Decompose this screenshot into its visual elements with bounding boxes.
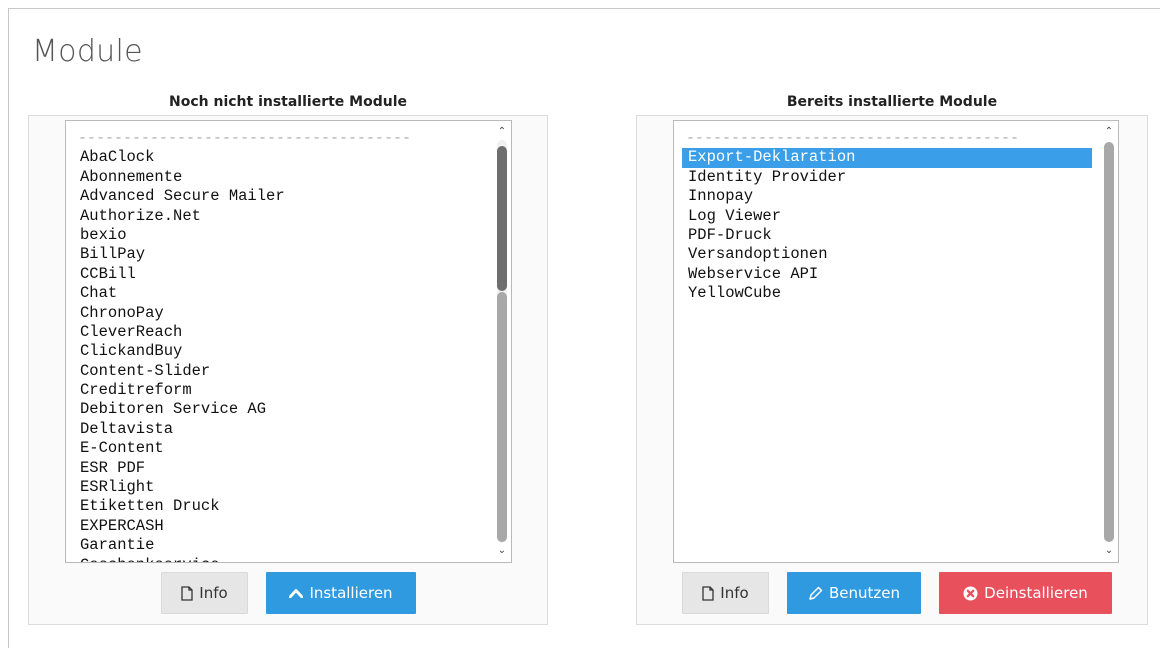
list-item[interactable]: CCBill <box>78 265 489 284</box>
scroll-up-arrow-icon[interactable]: ⌃ <box>494 124 510 140</box>
pencil-icon <box>808 586 823 601</box>
list-item[interactable]: Export-Deklaration <box>682 148 1092 168</box>
list-item[interactable]: YellowCube <box>686 284 1092 303</box>
installed-modules-list[interactable]: ------------------------------------- Ex… <box>673 120 1119 563</box>
list-item[interactable]: Innopay <box>686 187 1092 206</box>
list-item[interactable]: AbaClock <box>78 148 489 167</box>
list-item[interactable]: Content-Slider <box>78 362 489 381</box>
scroll-down-arrow-icon[interactable]: ⌄ <box>494 543 510 559</box>
file-icon <box>181 585 193 601</box>
list-item[interactable]: Deltavista <box>78 420 489 439</box>
use-label: Benutzen <box>828 584 901 602</box>
list-item[interactable]: BillPay <box>78 245 489 264</box>
list-item[interactable]: Advanced Secure Mailer <box>78 187 489 206</box>
list-item[interactable]: Etiketten Druck <box>78 497 489 516</box>
list-item[interactable]: Garantie <box>78 536 489 555</box>
list-item[interactable]: Webservice API <box>686 265 1092 284</box>
right-info-button[interactable]: Info <box>682 572 769 614</box>
list-separator: ------------------------------------- <box>78 130 412 147</box>
list-item[interactable]: Chat <box>78 284 489 303</box>
list-item[interactable]: Versandoptionen <box>686 245 1092 264</box>
chevron-up-icon <box>289 588 304 598</box>
list-item[interactable]: Abonnemente <box>78 168 489 187</box>
list-item[interactable]: bexio <box>78 226 489 245</box>
page-title: Module <box>32 34 143 69</box>
install-button[interactable]: Installieren <box>266 572 416 614</box>
list-item[interactable]: ESR PDF <box>78 459 489 478</box>
list-item[interactable]: Debitoren Service AG <box>78 400 489 419</box>
installed-modules-scrollbar[interactable]: ⌃ ⌄ <box>1101 122 1117 561</box>
info-label: Info <box>720 584 749 602</box>
info-label: Info <box>199 584 228 602</box>
scrollbar-thumb[interactable] <box>1104 142 1114 542</box>
uninstall-button[interactable]: Deinstallieren <box>939 572 1112 614</box>
use-button[interactable]: Benutzen <box>787 572 921 614</box>
uninstall-label: Deinstallieren <box>984 584 1088 602</box>
list-item[interactable]: E-Content <box>78 439 489 458</box>
list-item[interactable]: Geschenkservice <box>78 556 489 562</box>
scroll-down-arrow-icon[interactable]: ⌄ <box>1101 543 1117 559</box>
available-modules-heading: Noch nicht installierte Module <box>169 94 407 110</box>
times-circle-icon <box>963 586 978 601</box>
scrollbar-thumb[interactable] <box>497 146 507 291</box>
list-item[interactable]: CleverReach <box>78 323 489 342</box>
list-item[interactable]: PDF-Druck <box>686 226 1092 245</box>
scrollbar-thumb-lower <box>497 292 507 542</box>
left-info-button[interactable]: Info <box>161 572 248 614</box>
list-item[interactable]: Log Viewer <box>686 207 1092 226</box>
list-item[interactable]: Identity Provider <box>686 168 1092 187</box>
list-separator: ------------------------------------- <box>686 130 1020 147</box>
file-icon <box>702 585 714 601</box>
list-item[interactable]: ChronoPay <box>78 304 489 323</box>
list-item[interactable]: ESRlight <box>78 478 489 497</box>
available-modules-list[interactable]: ------------------------------------- Ab… <box>65 120 512 563</box>
installed-modules-heading: Bereits installierte Module <box>786 94 998 110</box>
list-item[interactable]: ClickandBuy <box>78 342 489 361</box>
list-item[interactable]: EXPERCASH <box>78 517 489 536</box>
list-item[interactable]: Authorize.Net <box>78 207 489 226</box>
install-label: Installieren <box>309 584 393 602</box>
list-item[interactable]: Creditreform <box>78 381 489 400</box>
available-modules-scrollbar[interactable]: ⌃ ⌄ <box>494 122 510 561</box>
scroll-up-arrow-icon[interactable]: ⌃ <box>1101 124 1117 140</box>
